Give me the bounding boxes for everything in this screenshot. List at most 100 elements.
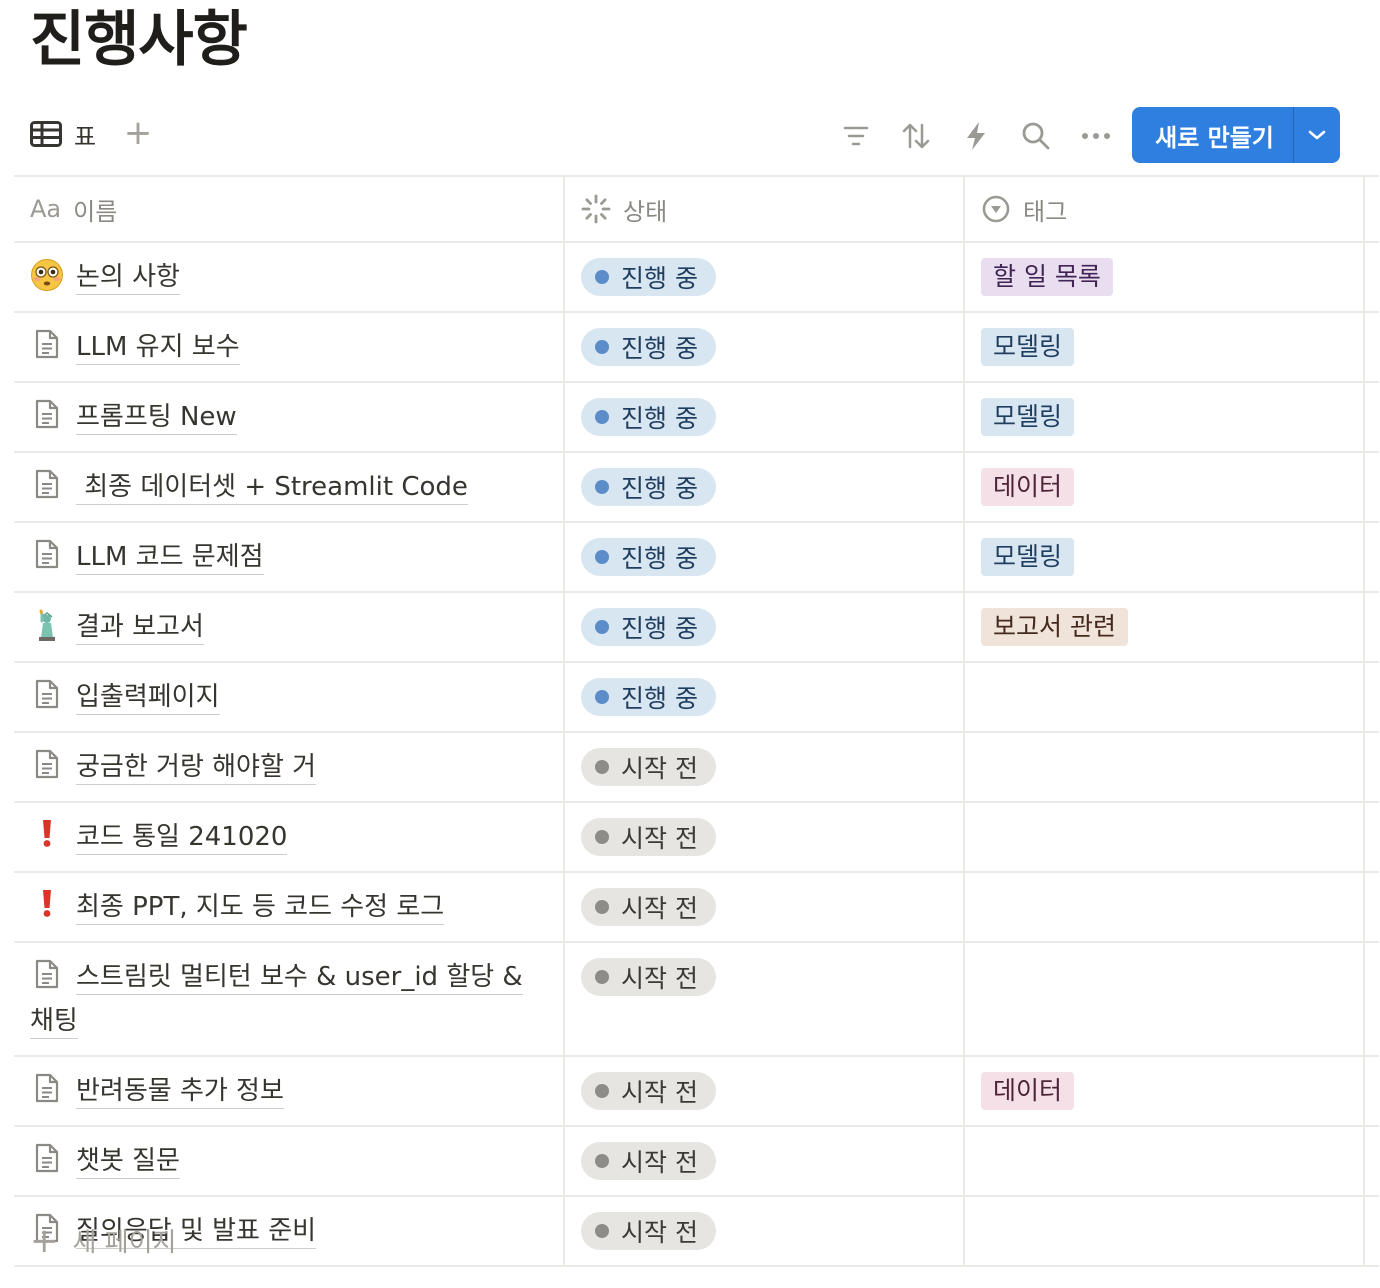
name-cell[interactable]: 결과 보고서 bbox=[14, 591, 565, 662]
status-badge[interactable]: 시작 전 bbox=[581, 748, 716, 786]
tags-cell[interactable]: 할 일 목록 bbox=[964, 241, 1365, 312]
status-cell[interactable]: 시작 전 bbox=[564, 941, 965, 1056]
status-badge[interactable]: 진행 중 bbox=[581, 258, 716, 296]
row-title[interactable]: 프롬프팅 New bbox=[76, 402, 237, 435]
status-cell[interactable]: 진행 중 bbox=[564, 521, 965, 592]
table-row[interactable]: LLM 코드 문제점 진행 중 모델링 bbox=[14, 521, 1379, 592]
row-title[interactable]: 최종 PPT, 지도 등 코드 수정 로그 bbox=[76, 892, 445, 925]
new-page-button[interactable]: + 새 페이지 bbox=[30, 1222, 176, 1259]
status-badge[interactable]: 진행 중 bbox=[581, 398, 716, 436]
table-row[interactable]: 최종 PPT, 지도 등 코드 수정 로그 시작 전 bbox=[14, 871, 1379, 942]
tag-badge[interactable]: 모델링 bbox=[981, 538, 1075, 576]
status-badge[interactable]: 진행 중 bbox=[581, 608, 716, 646]
row-title[interactable]: 결과 보고서 bbox=[76, 612, 204, 645]
status-cell[interactable]: 진행 중 bbox=[564, 381, 965, 452]
status-badge[interactable]: 진행 중 bbox=[581, 678, 716, 716]
tags-cell[interactable] bbox=[964, 661, 1365, 732]
tags-cell[interactable] bbox=[964, 731, 1365, 802]
table-row[interactable]: 논의 사항 진행 중 할 일 목록 bbox=[14, 241, 1379, 312]
name-cell[interactable]: 코드 통일 241020 bbox=[14, 801, 565, 872]
name-cell[interactable]: 입출력페이지 bbox=[14, 661, 565, 732]
status-cell[interactable]: 시작 전 bbox=[564, 1055, 965, 1126]
status-cell[interactable]: 진행 중 bbox=[564, 451, 965, 522]
row-title[interactable]: 궁금한 거랑 해야할 거 bbox=[76, 752, 317, 785]
table-row[interactable]: 결과 보고서 진행 중 보고서 관련 bbox=[14, 591, 1379, 662]
row-title[interactable]: LLM 유지 보수 bbox=[76, 332, 240, 365]
tag-badge[interactable]: 할 일 목록 bbox=[981, 258, 1113, 296]
table-row[interactable]: 반려동물 추가 정보 시작 전 데이터 bbox=[14, 1055, 1379, 1126]
name-cell[interactable]: 스트림릿 멀티턴 보수 & user_id 할당 & 채팅 bbox=[14, 941, 565, 1056]
status-cell[interactable]: 시작 전 bbox=[564, 871, 965, 942]
automation-button[interactable] bbox=[958, 118, 994, 154]
status-cell[interactable]: 시작 전 bbox=[564, 1125, 965, 1196]
table-row[interactable]: 챗봇 질문 시작 전 bbox=[14, 1125, 1379, 1196]
row-title[interactable]: 논의 사항 bbox=[76, 262, 180, 295]
row-title[interactable]: 입출력페이지 bbox=[76, 682, 220, 715]
tags-cell[interactable] bbox=[964, 801, 1365, 872]
new-button-dropdown[interactable] bbox=[1294, 129, 1340, 141]
tags-cell[interactable] bbox=[964, 941, 1365, 1056]
name-cell[interactable]: 논의 사항 bbox=[14, 241, 565, 312]
tag-badge[interactable]: 데이터 bbox=[981, 468, 1075, 506]
column-header-status[interactable]: 상태 bbox=[564, 175, 965, 242]
tab-table-view[interactable]: 표 bbox=[30, 118, 96, 151]
name-cell[interactable]: LLM 코드 문제점 bbox=[14, 521, 565, 592]
table-row[interactable]: 코드 통일 241020 시작 전 bbox=[14, 801, 1379, 872]
add-view-button[interactable]: + bbox=[122, 116, 154, 150]
name-cell[interactable]: LLM 유지 보수 bbox=[14, 311, 565, 382]
name-cell[interactable]: 최종 PPT, 지도 등 코드 수정 로그 bbox=[14, 871, 565, 942]
row-title[interactable]: LLM 코드 문제점 bbox=[76, 542, 264, 575]
tag-badge[interactable]: 모델링 bbox=[981, 328, 1075, 366]
tag-badge[interactable]: 보고서 관련 bbox=[981, 608, 1128, 646]
sort-button[interactable] bbox=[898, 118, 934, 154]
status-badge[interactable]: 시작 전 bbox=[581, 888, 716, 926]
status-cell[interactable]: 진행 중 bbox=[564, 311, 965, 382]
tags-cell[interactable] bbox=[964, 1195, 1365, 1267]
status-badge[interactable]: 시작 전 bbox=[581, 1072, 716, 1110]
column-header-tags[interactable]: 태그 bbox=[964, 175, 1365, 242]
name-cell[interactable]: 프롬프팅 New bbox=[14, 381, 565, 452]
column-header-name[interactable]: Aa 이름 bbox=[14, 175, 565, 242]
table-row[interactable]: 스트림릿 멀티턴 보수 & user_id 할당 & 채팅 시작 전 bbox=[14, 941, 1379, 1056]
table-row[interactable]: LLM 유지 보수 진행 중 모델링 bbox=[14, 311, 1379, 382]
status-cell[interactable]: 시작 전 bbox=[564, 731, 965, 802]
tag-badge[interactable]: 데이터 bbox=[981, 1072, 1075, 1110]
table-row[interactable]: 궁금한 거랑 해야할 거 시작 전 bbox=[14, 731, 1379, 802]
tags-cell[interactable]: 데이터 bbox=[964, 1055, 1365, 1126]
row-title[interactable]: 코드 통일 241020 bbox=[76, 822, 288, 855]
search-button[interactable] bbox=[1018, 118, 1054, 154]
tags-cell[interactable]: 데이터 bbox=[964, 451, 1365, 522]
row-title[interactable]: 스트림릿 멀티턴 보수 & user_id 할당 & 채팅 bbox=[30, 962, 523, 1039]
status-badge[interactable]: 진행 중 bbox=[581, 328, 716, 366]
row-title[interactable]: 최종 데이터셋 + Streamlit Code bbox=[76, 472, 468, 505]
tags-cell[interactable]: 모델링 bbox=[964, 521, 1365, 592]
name-cell[interactable]: 반려동물 추가 정보 bbox=[14, 1055, 565, 1126]
status-cell[interactable]: 시작 전 bbox=[564, 801, 965, 872]
tags-cell[interactable]: 모델링 bbox=[964, 311, 1365, 382]
name-cell[interactable]: 최종 데이터셋 + Streamlit Code bbox=[14, 451, 565, 522]
status-badge[interactable]: 시작 전 bbox=[581, 958, 716, 996]
filter-button[interactable] bbox=[838, 118, 874, 154]
table-row[interactable]: 입출력페이지 진행 중 bbox=[14, 661, 1379, 732]
tags-cell[interactable]: 보고서 관련 bbox=[964, 591, 1365, 662]
tags-cell[interactable] bbox=[964, 871, 1365, 942]
status-badge[interactable]: 진행 중 bbox=[581, 538, 716, 576]
new-button[interactable]: 새로 만들기 bbox=[1132, 107, 1340, 163]
status-cell[interactable]: 진행 중 bbox=[564, 241, 965, 312]
tags-cell[interactable]: 모델링 bbox=[964, 381, 1365, 452]
table-row[interactable]: 최종 데이터셋 + Streamlit Code 진행 중 데이터 bbox=[14, 451, 1379, 522]
status-badge[interactable]: 시작 전 bbox=[581, 1212, 716, 1250]
status-cell[interactable]: 진행 중 bbox=[564, 591, 965, 662]
row-title[interactable]: 반려동물 추가 정보 bbox=[76, 1076, 284, 1109]
row-title[interactable]: 챗봇 질문 bbox=[76, 1146, 180, 1179]
table-row[interactable]: 질의응답 및 발표 준비 시작 전 bbox=[14, 1195, 1379, 1267]
status-badge[interactable]: 시작 전 bbox=[581, 818, 716, 856]
name-cell[interactable]: 챗봇 질문 bbox=[14, 1125, 565, 1196]
status-badge[interactable]: 진행 중 bbox=[581, 468, 716, 506]
tags-cell[interactable] bbox=[964, 1125, 1365, 1196]
status-badge[interactable]: 시작 전 bbox=[581, 1142, 716, 1180]
table-row[interactable]: 프롬프팅 New 진행 중 모델링 bbox=[14, 381, 1379, 452]
tag-badge[interactable]: 모델링 bbox=[981, 398, 1075, 436]
status-cell[interactable]: 시작 전 bbox=[564, 1195, 965, 1267]
more-options-button[interactable] bbox=[1078, 118, 1114, 154]
